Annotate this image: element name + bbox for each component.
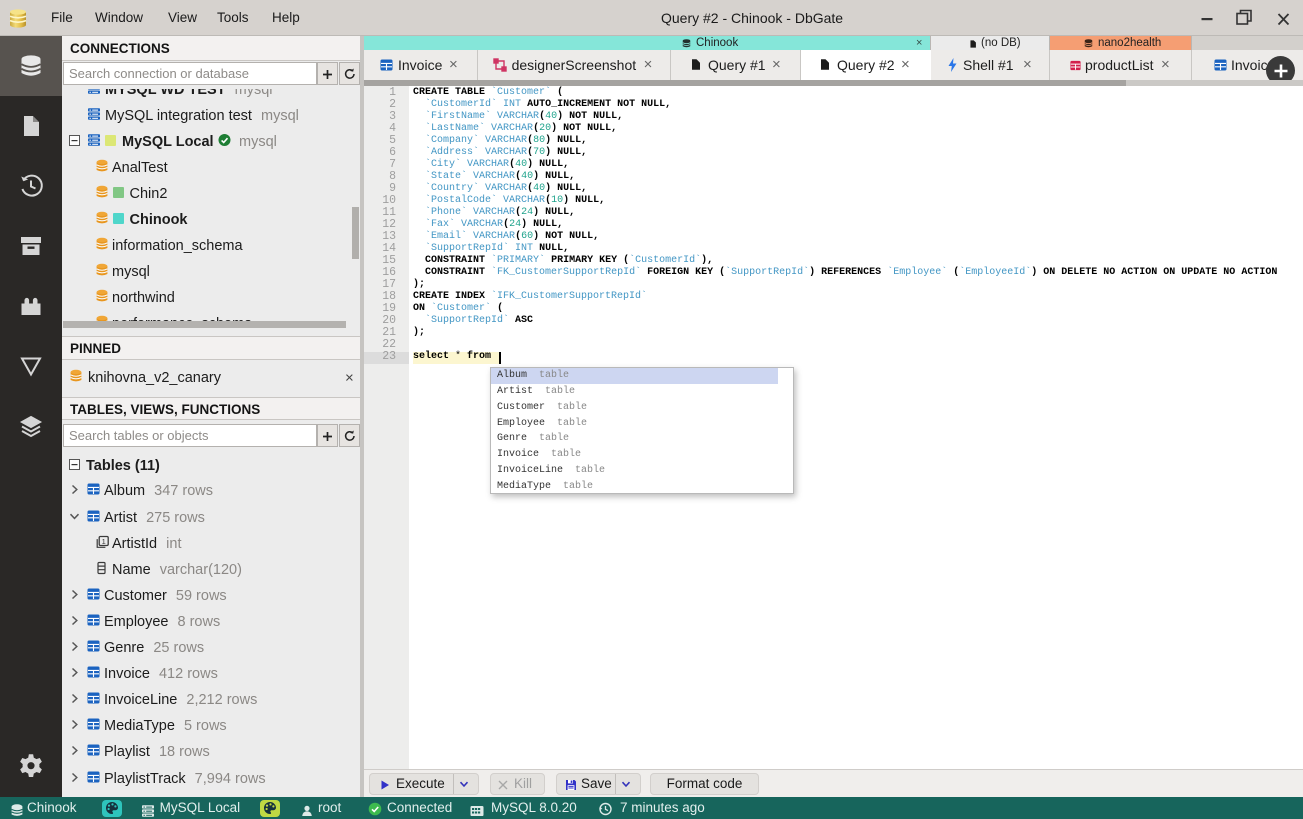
svg-text:1: 1	[102, 536, 106, 545]
